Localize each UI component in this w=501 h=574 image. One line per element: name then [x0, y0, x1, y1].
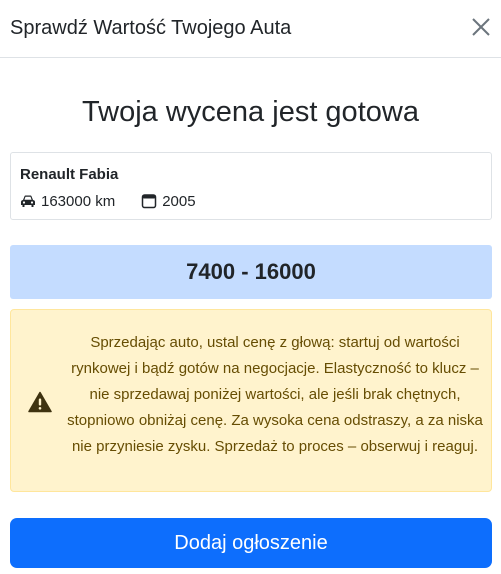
modal-header: Sprawdź Wartość Twojego Auta: [0, 0, 501, 58]
car-year: 2005: [162, 192, 196, 210]
close-button[interactable]: [470, 16, 492, 38]
calendar-icon: [141, 193, 157, 209]
car-mileage: 163000 km: [41, 192, 116, 210]
warning-icon: [28, 391, 52, 413]
car-name: Renault Fabia: [20, 166, 119, 183]
car-icon: [20, 193, 36, 209]
pricing-advice-alert: Sprzedając auto, ustal cenę z głową: sta…: [10, 309, 492, 492]
car-meta: 163000 km 2005: [20, 191, 196, 211]
pricing-advice-text: Sprzedając auto, ustal cenę z głową: sta…: [67, 334, 483, 455]
close-icon: [470, 16, 492, 38]
result-headline: Twoja wycena jest gotowa: [82, 96, 419, 128]
price-range: 7400 - 16000: [186, 259, 316, 284]
price-range-band: 7400 - 16000: [10, 245, 492, 299]
add-listing-button[interactable]: Dodaj ogłoszenie: [10, 518, 492, 568]
modal-title: Sprawdź Wartość Twojego Auta: [10, 17, 292, 39]
car-summary-card: Renault Fabia 163000 km 2005: [10, 152, 492, 220]
